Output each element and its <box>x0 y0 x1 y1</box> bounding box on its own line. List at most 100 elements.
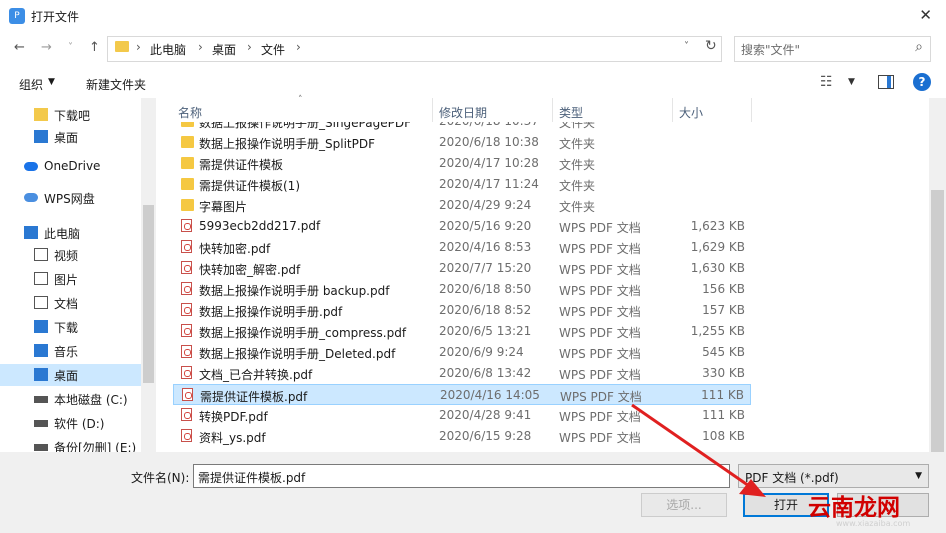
column-size[interactable]: 大小 <box>679 104 703 121</box>
nav-item[interactable]: 下载吧 <box>0 104 141 126</box>
file-name: 文档_已合并转换.pdf <box>199 368 313 382</box>
column-modified[interactable]: 修改日期 <box>439 104 487 121</box>
file-modified: 2020/5/16 9:20 <box>439 219 532 233</box>
column-type[interactable]: 类型 <box>559 104 583 121</box>
file-type: WPS PDF 文档 <box>559 284 641 298</box>
file-name: 数据上报操作说明手册_compress.pdf <box>199 326 407 340</box>
filename-value: 需提供证件模板.pdf <box>198 471 306 485</box>
organize-button[interactable]: 组织 <box>19 76 43 93</box>
nav-item[interactable]: 备份[勿删] (E:) <box>0 436 141 452</box>
folder-icon <box>34 108 48 121</box>
filename-label: 文件名(N): <box>131 471 190 485</box>
address-dropdown-icon[interactable]: ˅ <box>684 41 689 52</box>
preview-pane-icon[interactable] <box>878 75 894 89</box>
back-button[interactable]: ← <box>14 40 25 55</box>
breadcrumb-separator: › <box>247 40 252 54</box>
toolbar: 组织 ▼ 新建文件夹 ☷ ▼ ? <box>0 70 946 98</box>
folder-icon <box>181 157 194 169</box>
nav-item-label: 此电脑 <box>44 227 81 241</box>
new-folder-button[interactable]: 新建文件夹 <box>86 76 146 93</box>
nav-item-label: 桌面 <box>54 369 79 383</box>
file-row[interactable]: 5993ecb2dd217.pdf 2020/5/16 9:20 WPS PDF 文… <box>173 216 751 237</box>
nav-item-label: 文档 <box>54 297 79 311</box>
file-row[interactable]: 数据上报操作说明手册_SplitPDF 2020/6/18 10:38 文件夹 <box>173 132 751 153</box>
file-name: 数据上报操作说明手册_SplitPDF <box>199 137 375 151</box>
file-size: 108 KB <box>702 429 745 443</box>
nav-item[interactable]: WPS网盘 <box>0 187 141 209</box>
file-list-scrollbar-thumb[interactable] <box>931 190 944 452</box>
nav-item[interactable]: 音乐 <box>0 340 141 362</box>
address-bar[interactable]: › 此电脑 › 桌面 › 文件 › ˅ ↻ <box>107 36 722 62</box>
file-type: WPS PDF 文档 <box>559 242 641 256</box>
file-row[interactable]: 数据上报操作说明手册.pdf 2020/6/18 8:52 WPS PDF 文档 15… <box>173 300 751 321</box>
file-row[interactable]: 文档_已合并转换.pdf 2020/6/8 13:42 WPS PDF 文档 330 … <box>173 363 751 384</box>
file-row[interactable]: 数据上报操作说明手册_Deleted.pdf 2020/6/9 9:24 WPS P… <box>173 342 751 363</box>
file-row[interactable]: 需提供证件模板 2020/4/17 10:28 文件夹 <box>173 153 751 174</box>
nav-item[interactable]: 桌面 <box>0 126 141 148</box>
file-modified: 2020/6/15 9:28 <box>439 429 532 443</box>
file-row[interactable]: 资料_ys.pdf 2020/6/15 9:28 WPS PDF 文档 108 KB <box>173 426 751 447</box>
refresh-icon[interactable]: ↻ <box>705 38 717 54</box>
column-divider[interactable] <box>552 98 553 122</box>
recent-locations-button[interactable]: ˅ <box>68 42 73 53</box>
file-row[interactable]: 数据上报操作说明手册 backup.pdf 2020/6/18 8:50 WPS P… <box>173 279 751 300</box>
file-name: 字幕图片 <box>199 200 248 214</box>
nav-scrollbar-thumb[interactable] <box>143 205 154 383</box>
nav-item[interactable]: 文档 <box>0 292 141 314</box>
column-divider[interactable] <box>751 98 752 122</box>
file-modified: 2020/6/8 13:42 <box>439 366 532 380</box>
column-divider[interactable] <box>432 98 433 122</box>
file-modified: 2020/4/17 10:28 <box>439 156 539 170</box>
file-row[interactable]: 字幕图片 2020/4/29 9:24 文件夹 <box>173 195 751 216</box>
file-name: 需提供证件模板(1) <box>199 179 300 193</box>
search-box[interactable]: 搜索"文件" ⌕ <box>734 36 931 62</box>
options-button[interactable]: 选项... <box>641 493 727 517</box>
chevron-down-icon[interactable]: ▼ <box>848 77 855 87</box>
nav-item-label: OneDrive <box>44 159 101 173</box>
nav-item[interactable]: 下载 <box>0 316 141 338</box>
file-size: 1,623 KB <box>690 219 745 233</box>
file-modified: 2020/4/16 14:05 <box>440 388 540 402</box>
nav-item[interactable]: 本地磁盘 (C:) <box>0 388 141 410</box>
nav-item[interactable]: OneDrive <box>0 156 141 178</box>
nav-item[interactable]: 此电脑 <box>0 222 141 244</box>
column-name[interactable]: 名称 <box>178 104 202 121</box>
nav-item-label: 下载 <box>54 321 79 335</box>
help-icon[interactable]: ? <box>913 73 931 91</box>
documents-icon <box>34 296 48 309</box>
pdf-file-icon <box>181 240 192 253</box>
nav-item[interactable]: 视频 <box>0 244 141 266</box>
nav-item[interactable]: 软件 (D:) <box>0 412 141 434</box>
file-row[interactable]: 转换PDF.pdf 2020/4/28 9:41 WPS PDF 文档 111 KB <box>173 405 751 426</box>
close-button[interactable]: ✕ <box>919 6 932 24</box>
file-size: 111 KB <box>702 408 745 422</box>
breadcrumb-separator: › <box>198 40 203 54</box>
file-modified: 2020/4/16 8:53 <box>439 240 532 254</box>
file-row[interactable]: 数据上报操作说明手册_compress.pdf 2020/6/5 13:21 WPS… <box>173 321 751 342</box>
file-modified: 2020/6/18 10:37 <box>439 122 539 128</box>
breadcrumb-files[interactable]: 文件 <box>261 41 285 58</box>
forward-button[interactable]: → <box>41 40 52 55</box>
file-row[interactable]: 快转加密.pdf 2020/4/16 8:53 WPS PDF 文档 1,629 KB <box>173 237 751 258</box>
view-options-icon[interactable]: ☷ <box>820 74 833 90</box>
breadcrumb-this-pc[interactable]: 此电脑 <box>150 41 186 58</box>
file-row[interactable]: 需提供证件模板(1) 2020/4/17 11:24 文件夹 <box>173 174 751 195</box>
file-name: 快转加密.pdf <box>199 242 271 256</box>
file-row[interactable]: 数据上报操作说明手册_SingePagePDF 2020/6/18 10:37 文件… <box>173 122 751 132</box>
file-type: WPS PDF 文档 <box>559 263 641 277</box>
filename-input[interactable]: 需提供证件模板.pdf <box>193 464 730 488</box>
up-button[interactable]: ↑ <box>89 40 100 55</box>
file-type: 文件夹 <box>559 137 596 151</box>
desktop-icon <box>34 368 48 381</box>
drive-icon <box>34 420 48 427</box>
column-divider[interactable] <box>672 98 673 122</box>
file-row[interactable]: 快转加密_解密.pdf 2020/7/7 15:20 WPS PDF 文档 1,630… <box>173 258 751 279</box>
pdf-file-icon <box>182 388 193 401</box>
breadcrumb-separator: › <box>136 40 141 54</box>
nav-item[interactable]: 图片 <box>0 268 141 290</box>
nav-item[interactable]: 桌面 <box>0 364 141 386</box>
file-size: 156 KB <box>702 282 745 296</box>
filetype-select[interactable]: PDF 文档 (*.pdf) ▼ <box>738 464 929 488</box>
file-row[interactable]: 需提供证件模板.pdf 2020/4/16 14:05 WPS PDF 文档 111 … <box>173 384 751 405</box>
breadcrumb-desktop[interactable]: 桌面 <box>212 41 236 58</box>
